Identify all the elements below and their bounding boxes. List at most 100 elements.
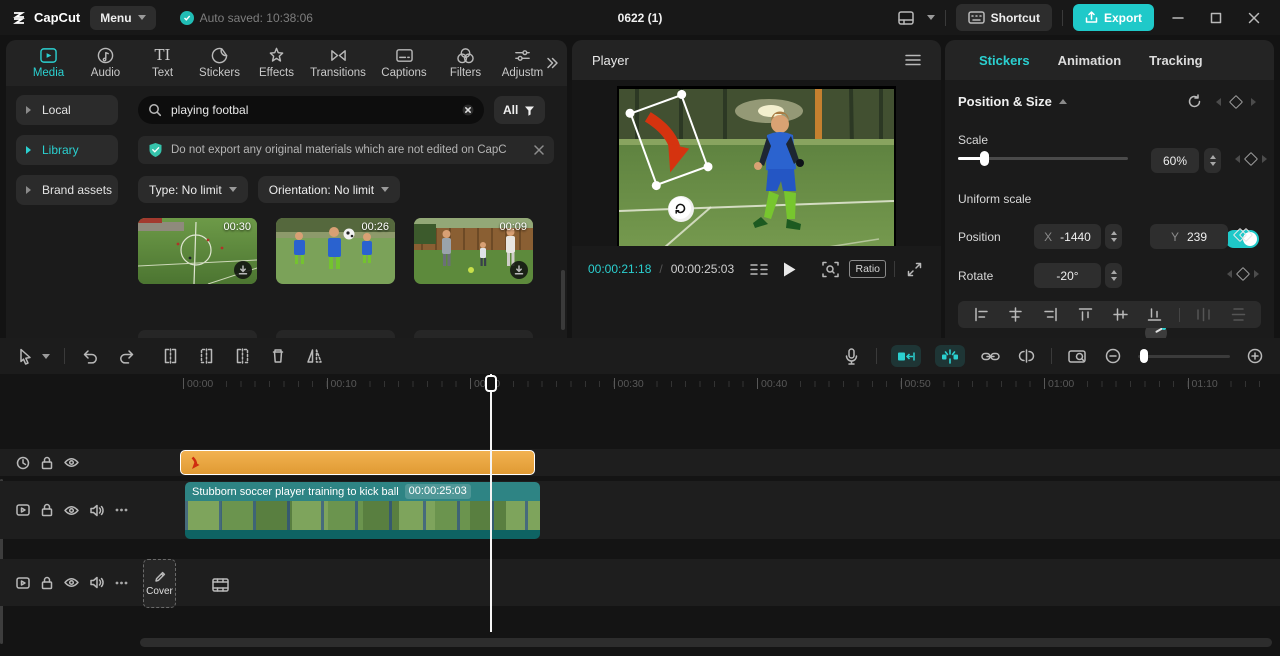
snapping-toggle-icon[interactable] — [935, 345, 965, 367]
rotate-value-field[interactable]: -20° — [1034, 263, 1101, 288]
shortcut-button[interactable]: Shortcut — [955, 4, 1052, 31]
close-button[interactable] — [1240, 4, 1268, 32]
prev-keyframe-icon[interactable] — [1231, 155, 1240, 163]
prev-keyframe-icon[interactable] — [1212, 97, 1221, 106]
layout-switch-button[interactable] — [895, 7, 917, 29]
mirror-flip-icon[interactable] — [303, 345, 325, 367]
playhead-handle[interactable] — [485, 375, 497, 392]
add-media-track-icon[interactable] — [209, 574, 231, 596]
minimize-button[interactable] — [1164, 4, 1192, 32]
frame-step-icon[interactable] — [748, 258, 770, 280]
menu-button[interactable]: Menu — [90, 5, 156, 30]
align-left-icon[interactable] — [970, 304, 992, 326]
record-voiceover-icon[interactable] — [840, 345, 862, 367]
tab-stickers-settings[interactable]: Stickers — [979, 53, 1030, 68]
eye-icon[interactable] — [64, 505, 79, 516]
layout-chevron-icon[interactable] — [926, 15, 935, 24]
split-delete-right-icon[interactable] — [231, 345, 253, 367]
lock-icon[interactable] — [41, 456, 53, 470]
tab-captions[interactable]: Captions — [371, 47, 437, 79]
tab-transitions[interactable]: Transitions — [305, 47, 371, 79]
align-top-icon[interactable] — [1074, 304, 1096, 326]
fullscreen-icon[interactable] — [903, 258, 925, 280]
timeline-horizontal-scrollbar[interactable] — [140, 638, 1272, 647]
reset-icon[interactable] — [1187, 94, 1202, 109]
prev-keyframe-icon[interactable] — [1223, 270, 1232, 278]
next-keyframe-icon[interactable] — [1251, 97, 1260, 106]
media-scrollbar[interactable] — [561, 270, 565, 330]
zoom-in-icon[interactable] — [1244, 345, 1266, 367]
position-keyframe-icon[interactable] — [1232, 227, 1254, 243]
tab-media[interactable]: Media — [20, 47, 77, 79]
ratio-button[interactable]: Ratio — [849, 260, 886, 278]
keyframe-icon[interactable] — [1228, 94, 1244, 109]
tab-text[interactable]: TI Text — [134, 47, 191, 79]
collapse-icon[interactable] — [1058, 95, 1067, 104]
search-input-wrapper[interactable] — [138, 96, 484, 124]
close-notice-icon[interactable] — [534, 145, 544, 155]
undo-icon[interactable] — [79, 345, 101, 367]
timeline-zoom-knob[interactable] — [1140, 348, 1148, 363]
delete-icon[interactable] — [267, 345, 289, 367]
video-thumbnail-partial[interactable] — [276, 330, 395, 338]
video-preview[interactable] — [619, 89, 894, 261]
tab-audio[interactable]: Audio — [77, 47, 134, 79]
preview-frame-icon[interactable] — [1066, 345, 1088, 367]
video-thumbnail-aerial-field[interactable]: 00:30 — [138, 218, 257, 284]
auto-ripple-toggle-icon[interactable] — [891, 345, 921, 367]
position-y-field[interactable]: Y 239 — [1150, 224, 1228, 249]
rotate-stepper[interactable] — [1105, 263, 1122, 288]
download-icon[interactable] — [510, 261, 528, 279]
tab-animation[interactable]: Animation — [1058, 53, 1122, 68]
tab-effects[interactable]: Effects — [248, 47, 305, 79]
video-thumbnail-backyard[interactable]: 00:09 — [414, 218, 533, 284]
clear-search-icon[interactable] — [462, 104, 474, 116]
select-tool-chevron-icon[interactable] — [42, 353, 50, 363]
lock-icon[interactable] — [41, 576, 53, 590]
source-brand-assets[interactable]: Brand assets — [16, 175, 118, 205]
lock-icon[interactable] — [41, 503, 53, 517]
unlink-icon[interactable] — [1015, 345, 1037, 367]
eye-icon[interactable] — [64, 577, 79, 588]
scale-keyframe-icon[interactable] — [1243, 151, 1259, 167]
time-ruler[interactable]: 00:00 00:10 00:20 00:30 00:40 00:50 01:0… — [135, 374, 1280, 395]
rotate-keyframe-icon[interactable] — [1235, 266, 1251, 282]
position-x-stepper[interactable] — [1105, 224, 1122, 249]
align-bottom-icon[interactable] — [1144, 304, 1166, 326]
video-clip[interactable]: Stubborn soccer player training to kick … — [185, 482, 540, 539]
eye-icon[interactable] — [64, 457, 79, 468]
more-options-icon[interactable] — [115, 581, 128, 585]
orientation-filter-dropdown[interactable]: Orientation: No limit — [257, 176, 401, 203]
more-tabs-button[interactable] — [545, 56, 559, 70]
search-input[interactable] — [169, 102, 455, 118]
video-thumbnail-partial[interactable] — [138, 330, 257, 338]
sticker-clip-selected[interactable] — [180, 450, 535, 475]
zoom-out-icon[interactable] — [1102, 345, 1124, 367]
tab-tracking[interactable]: Tracking — [1149, 53, 1202, 68]
video-thumbnail-partial[interactable] — [414, 330, 533, 338]
link-icon[interactable] — [979, 345, 1001, 367]
timeline-zoom-slider[interactable] — [1138, 348, 1230, 363]
type-filter-dropdown[interactable]: Type: No limit — [138, 176, 248, 203]
position-x-field[interactable]: X -1440 — [1034, 224, 1101, 249]
tab-adjustment[interactable]: Adjustm — [494, 47, 551, 79]
align-right-icon[interactable] — [1040, 304, 1062, 326]
track-area[interactable]: 00:00 00:10 00:20 00:30 00:40 00:50 01:0… — [135, 374, 1280, 656]
align-center-horizontal-icon[interactable] — [1005, 304, 1027, 326]
next-keyframe-icon[interactable] — [1254, 270, 1263, 278]
video-thumbnail-kids-soccer[interactable]: 00:26 — [276, 218, 395, 284]
download-icon[interactable] — [234, 261, 252, 279]
maximize-button[interactable] — [1202, 4, 1230, 32]
more-options-icon[interactable] — [115, 508, 128, 512]
split-delete-left-icon[interactable] — [195, 345, 217, 367]
tab-filters[interactable]: Filters — [437, 47, 494, 79]
preview-quality-icon[interactable] — [819, 258, 841, 280]
rotate-handle[interactable] — [669, 197, 691, 219]
search-filter-button[interactable]: All — [494, 96, 546, 124]
play-button[interactable] — [778, 258, 800, 280]
source-local[interactable]: Local — [16, 95, 118, 125]
export-button[interactable]: Export — [1072, 4, 1154, 31]
select-tool-icon[interactable] — [14, 345, 36, 367]
scale-stepper[interactable] — [1204, 148, 1221, 173]
scale-slider-knob[interactable] — [980, 151, 989, 166]
